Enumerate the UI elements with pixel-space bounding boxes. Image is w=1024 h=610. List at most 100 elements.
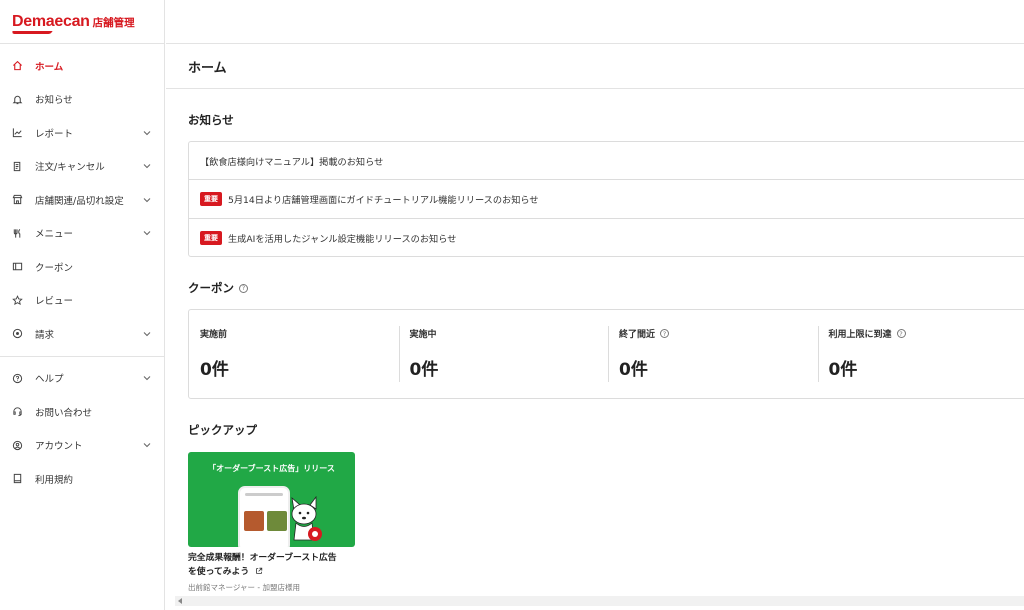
sidebar-item-menu[interactable]: メニュー <box>0 217 164 251</box>
horizontal-scrollbar[interactable] <box>175 596 1024 606</box>
coupon-title-text: クーポン <box>188 281 234 295</box>
important-badge: 重要 <box>200 230 222 245</box>
news-item-text: 5月14日より店舗管理画面にガイドチュートリアル機能リリースのお知らせ <box>228 194 539 206</box>
brand-name: Demaecan <box>12 12 90 30</box>
pickup-caption: 完全成果報酬！オーダーブースト広告 を使ってみよう <box>188 551 355 579</box>
phone-illustration <box>238 486 290 547</box>
coin-icon <box>11 328 23 340</box>
chevron-down-icon <box>142 161 152 171</box>
pickup-caption-line2: を使ってみよう <box>188 567 250 577</box>
sidebar-item-report[interactable]: レポート <box>0 116 164 150</box>
coupon-stat-label-text: 利用上限に到達 <box>828 330 892 340</box>
coupon-stat-label: 実施前 <box>200 327 399 340</box>
help-icon[interactable]: ? <box>660 329 670 338</box>
coupon-stats: 実施前 0件 実施中 0件 終了間近? 0件 利用上限に到達? 0件 <box>188 309 1024 399</box>
pickup-section-title: ピックアップ <box>188 423 257 437</box>
chevron-down-icon <box>142 440 152 450</box>
chevron-down-icon <box>142 373 152 383</box>
sidebar-item-label: 店舗関連/品切れ設定 <box>35 195 124 207</box>
sidebar-item-label: お問い合わせ <box>35 407 93 419</box>
pickup-banner-text: 「オーダーブースト広告」リリース <box>208 464 335 473</box>
coupon-stat-label: 実施中 <box>410 327 609 340</box>
sidebar-item-help[interactable]: ヘルプ <box>0 362 164 396</box>
user-icon <box>11 439 23 451</box>
news-item[interactable]: 重要 生成AIを活用したジャンル設定機能リリースのお知らせ <box>189 219 1024 257</box>
bell-icon <box>11 93 23 105</box>
brand-logo[interactable]: Demaecan 店舗管理 <box>0 0 164 44</box>
coupon-stat-value: 0件 <box>200 360 229 380</box>
coupon-stat-limit: 利用上限に到達? 0件 <box>817 310 1024 398</box>
pickup-caption-line1: 完全成果報酬！オーダーブースト広告 <box>188 553 337 563</box>
sidebar-item-label: クーポン <box>35 262 74 274</box>
news-list: 【飲食店様向けマニュアル】掲載のお知らせ 重要 5月14日より店舗管理画面にガイ… <box>188 141 1024 257</box>
coupon-stat-label-text: 実施前 <box>200 330 228 340</box>
coupon-stat-label-text: 実施中 <box>409 330 437 340</box>
sidebar-item-label: レポート <box>35 128 74 140</box>
news-item[interactable]: 重要 5月14日より店舗管理画面にガイドチュートリアル機能リリースのお知らせ <box>189 180 1024 219</box>
sidebar-item-label: ホーム <box>35 61 64 73</box>
coupon-stat-label: 終了間近? <box>619 327 818 340</box>
chevron-down-icon <box>142 195 152 205</box>
top-bar <box>166 0 1024 44</box>
coupon-stat-label: 利用上限に到達? <box>829 327 1024 340</box>
coupon-stat-value: 0件 <box>409 360 439 380</box>
phone-header-bar <box>245 493 283 496</box>
receipt-icon <box>11 160 23 172</box>
sidebar: Demaecan 店舗管理 ホーム お知らせ レポート 注文/キャンセル 店舗関… <box>0 0 165 610</box>
sidebar-item-account[interactable]: アカウント <box>0 429 164 463</box>
help-icon[interactable]: ? <box>239 283 248 293</box>
sidebar-item-contact[interactable]: お問い合わせ <box>0 395 164 429</box>
sidebar-item-label: メニュー <box>35 229 74 241</box>
book-icon <box>11 473 23 485</box>
sidebar-item-news[interactable]: お知らせ <box>0 83 164 117</box>
brand-sub: 店舗管理 <box>92 17 135 29</box>
sidebar-item-coupon[interactable]: クーポン <box>0 250 164 284</box>
chevron-down-icon <box>142 228 152 238</box>
ticket-icon <box>11 261 23 273</box>
chevron-down-icon <box>142 329 152 339</box>
food-thumbnail <box>244 511 264 531</box>
news-item-text: 生成AIを活用したジャンル設定機能リリースのお知らせ <box>228 233 457 245</box>
sidebar-item-label: アカウント <box>35 441 83 453</box>
cutlery-icon <box>11 227 23 239</box>
mascot-dog-illustration <box>291 496 322 541</box>
page-title: ホーム <box>188 61 227 76</box>
sidebar-item-review[interactable]: レビュー <box>0 284 164 318</box>
star-icon <box>11 294 23 306</box>
question-icon <box>11 372 23 384</box>
pickup-card[interactable]: 「オーダーブースト広告」リリース 完全成果報酬！オーダーブースト広告 を使ってみ… <box>188 452 355 593</box>
sidebar-item-store[interactable]: 店舗関連/品切れ設定 <box>0 183 164 217</box>
pickup-source: 出前館マネージャー - 加盟店様用 <box>188 583 300 592</box>
coupon-stat-value: 0件 <box>828 360 858 380</box>
sidebar-item-label: ヘルプ <box>35 374 64 386</box>
sidebar-item-label: 請求 <box>35 329 55 341</box>
sidebar-item-label: 注文/キャンセル <box>35 162 105 174</box>
help-icon[interactable]: ? <box>896 329 906 338</box>
sidebar-item-label: お知らせ <box>35 95 73 107</box>
sidebar-item-label: 利用規約 <box>35 474 74 486</box>
news-section-title: お知らせ <box>188 113 234 127</box>
sidebar-item-label: レビュー <box>35 296 74 308</box>
food-thumbnail <box>267 511 287 531</box>
store-icon <box>11 194 23 206</box>
coupon-stat-before: 実施前 0件 <box>189 310 399 398</box>
sidebar-item-terms[interactable]: 利用規約 <box>0 462 164 496</box>
external-link-icon <box>256 567 263 574</box>
headset-icon <box>11 406 23 418</box>
sidebar-item-billing[interactable]: 請求 <box>0 317 164 351</box>
coupon-section-title: クーポン ? <box>188 280 248 296</box>
home-icon <box>11 60 23 72</box>
sidebar-nav-bottom: ヘルプ お問い合わせ アカウント 利用規約 <box>0 362 164 496</box>
sidebar-item-orders[interactable]: 注文/キャンセル <box>0 150 164 184</box>
sidebar-nav: ホーム お知らせ レポート 注文/キャンセル 店舗関連/品切れ設定 メニュー ク… <box>0 49 164 351</box>
coupon-stat-label-text: 終了間近 <box>619 330 656 340</box>
sidebar-item-home[interactable]: ホーム <box>0 49 164 83</box>
news-item[interactable]: 【飲食店様向けマニュアル】掲載のお知らせ <box>189 142 1024 181</box>
scroll-left-arrow-icon[interactable] <box>178 598 182 604</box>
coupon-stat-value: 0件 <box>619 360 648 380</box>
pickup-banner-image: 「オーダーブースト広告」リリース <box>188 452 355 547</box>
chevron-down-icon <box>142 128 152 138</box>
news-item-text: 【飲食店様向けマニュアル】掲載のお知らせ <box>200 156 384 168</box>
coupon-stat-ending: 終了間近? 0件 <box>608 310 818 398</box>
important-badge: 重要 <box>200 191 222 206</box>
